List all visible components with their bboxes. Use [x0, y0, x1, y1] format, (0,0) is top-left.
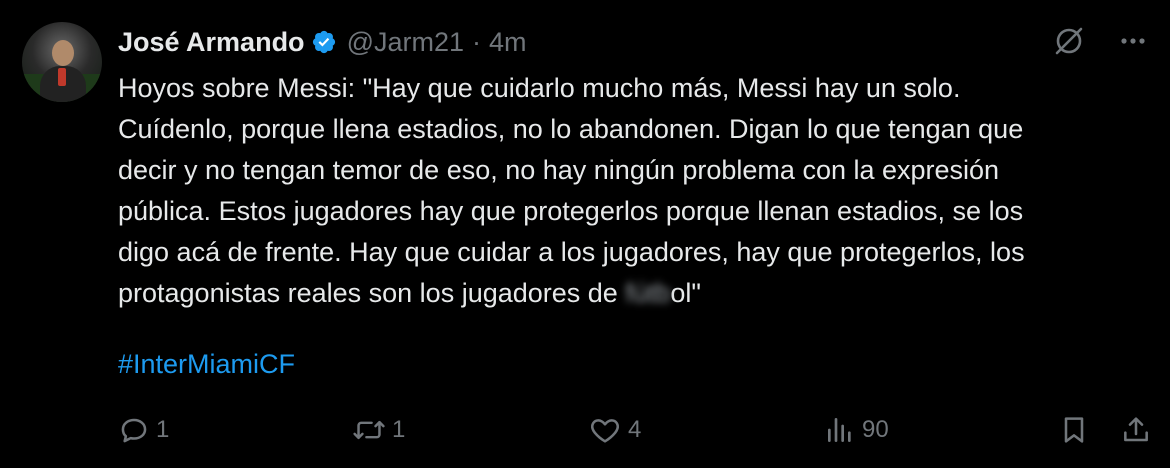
bookmark-button[interactable]: [1058, 408, 1090, 452]
like-button[interactable]: 4: [588, 408, 641, 452]
like-icon: [591, 419, 619, 443]
grok-icon: [1055, 27, 1083, 55]
reply-icon: [121, 418, 147, 443]
repost-icon: [353, 420, 385, 440]
author-handle[interactable]: @Jarm21: [347, 27, 464, 58]
reply-button[interactable]: 1: [118, 408, 169, 452]
author-avatar[interactable]: [22, 22, 102, 102]
tweet-text-line: pública. Estos jugadores hay que protege…: [118, 196, 1024, 226]
tweet-text-last-line: protagonistas reales son los jugadores d…: [118, 273, 1148, 314]
tweet-action-bar: 1 1 4 90: [118, 408, 1158, 452]
tweet-header: José Armando @Jarm21 · 4m: [118, 22, 527, 62]
repost-count: 1: [392, 416, 406, 443]
share-icon: [1124, 417, 1148, 442]
grok-button[interactable]: [1052, 24, 1086, 58]
views-icon: [828, 418, 851, 442]
author-name[interactable]: José Armando: [118, 27, 305, 58]
hashtag-link[interactable]: #InterMiamiCF: [118, 344, 295, 385]
tweet-text-segment: ol": [670, 278, 701, 308]
verified-badge-icon[interactable]: [311, 29, 337, 55]
repost-button[interactable]: 1: [352, 408, 405, 452]
tweet-text-line: decir y no tengan temor de eso, no hay n…: [118, 155, 1000, 185]
separator-dot: ·: [472, 26, 482, 57]
views-button[interactable]: 90: [824, 408, 889, 452]
views-count: 90: [862, 416, 889, 443]
tweet-text-segment: protagonistas reales son los jugadores d…: [118, 278, 626, 308]
avatar-head: [52, 40, 74, 66]
tweet-text-line: digo acá de frente. Hay que cuidar a los…: [118, 237, 1025, 267]
avatar-microphone: [58, 68, 66, 86]
tweet-text: Hoyos sobre Messi: "Hay que cuidarlo muc…: [118, 68, 1148, 314]
like-count: 4: [628, 416, 642, 443]
more-icon: [1121, 38, 1145, 44]
bookmark-icon: [1064, 417, 1084, 443]
share-button[interactable]: [1120, 408, 1152, 452]
tweet-timestamp[interactable]: 4m: [489, 27, 527, 58]
tweet-text-blurred-segment: fútb: [625, 278, 671, 308]
reply-count: 1: [156, 416, 170, 443]
tweet-text-line: Cuídenlo, porque llena estadios, no lo a…: [118, 114, 1024, 144]
tweet-top-actions: [1052, 24, 1150, 58]
tweet-text-line: Hoyos sobre Messi: "Hay que cuidarlo muc…: [118, 73, 961, 103]
more-button[interactable]: [1116, 24, 1150, 58]
